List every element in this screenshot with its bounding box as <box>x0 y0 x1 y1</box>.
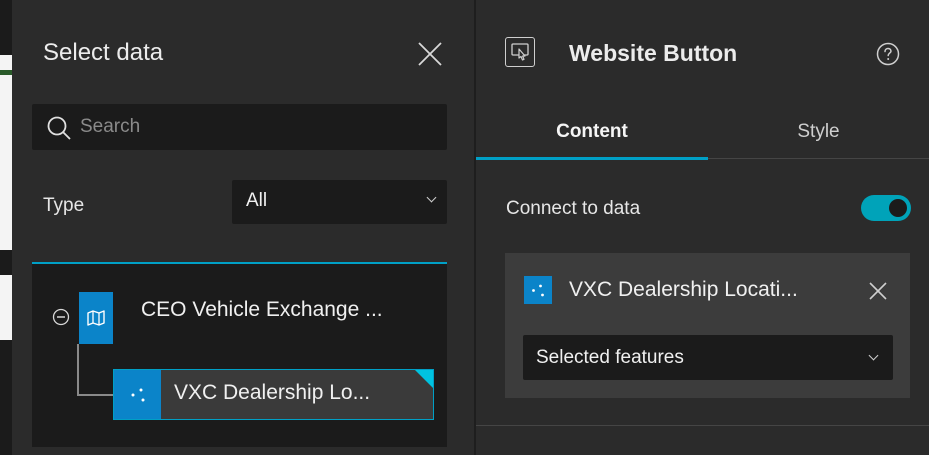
search-input[interactable]: Search <box>32 104 447 150</box>
type-label: Type <box>43 195 85 216</box>
selected-corner-marker <box>415 370 433 388</box>
tab-style[interactable]: Style <box>708 121 929 143</box>
tree-child-item[interactable]: VXC Dealership Lo... <box>113 369 434 420</box>
help-icon[interactable] <box>876 42 900 66</box>
tree-connector-horizontal <box>77 394 113 396</box>
data-source-label: VXC Dealership Locati... <box>569 278 798 301</box>
type-select-value: All <box>246 190 268 211</box>
remove-icon[interactable] <box>867 280 889 302</box>
type-select[interactable]: All <box>232 180 447 224</box>
search-placeholder: Search <box>80 116 141 137</box>
section-divider <box>476 425 929 426</box>
close-icon[interactable] <box>417 41 443 67</box>
feature-filter-select[interactable]: Selected features <box>523 335 893 380</box>
chevron-down-icon <box>426 192 437 203</box>
tree-connector-vertical <box>77 344 79 396</box>
point-layer-icon <box>114 370 161 419</box>
connect-data-toggle[interactable] <box>861 195 911 221</box>
active-tab-indicator <box>476 157 708 160</box>
point-layer-icon <box>524 276 552 304</box>
background-app-strip <box>0 0 12 455</box>
panel-title: Select data <box>43 39 164 66</box>
feature-filter-value: Selected features <box>536 347 684 368</box>
connect-to-data-label: Connect to data <box>506 198 641 219</box>
collapse-minus-icon[interactable] <box>52 308 70 326</box>
tab-content[interactable]: Content <box>476 121 708 143</box>
search-icon <box>47 116 71 140</box>
toggle-knob <box>889 199 907 217</box>
tree-child-label: VXC Dealership Lo... <box>174 381 371 404</box>
chevron-down-icon <box>868 350 879 361</box>
map-icon <box>79 292 113 344</box>
tree-parent-label[interactable]: CEO Vehicle Exchange ... <box>141 298 383 322</box>
website-button-icon <box>505 37 535 67</box>
widget-title: Website Button <box>569 40 738 66</box>
